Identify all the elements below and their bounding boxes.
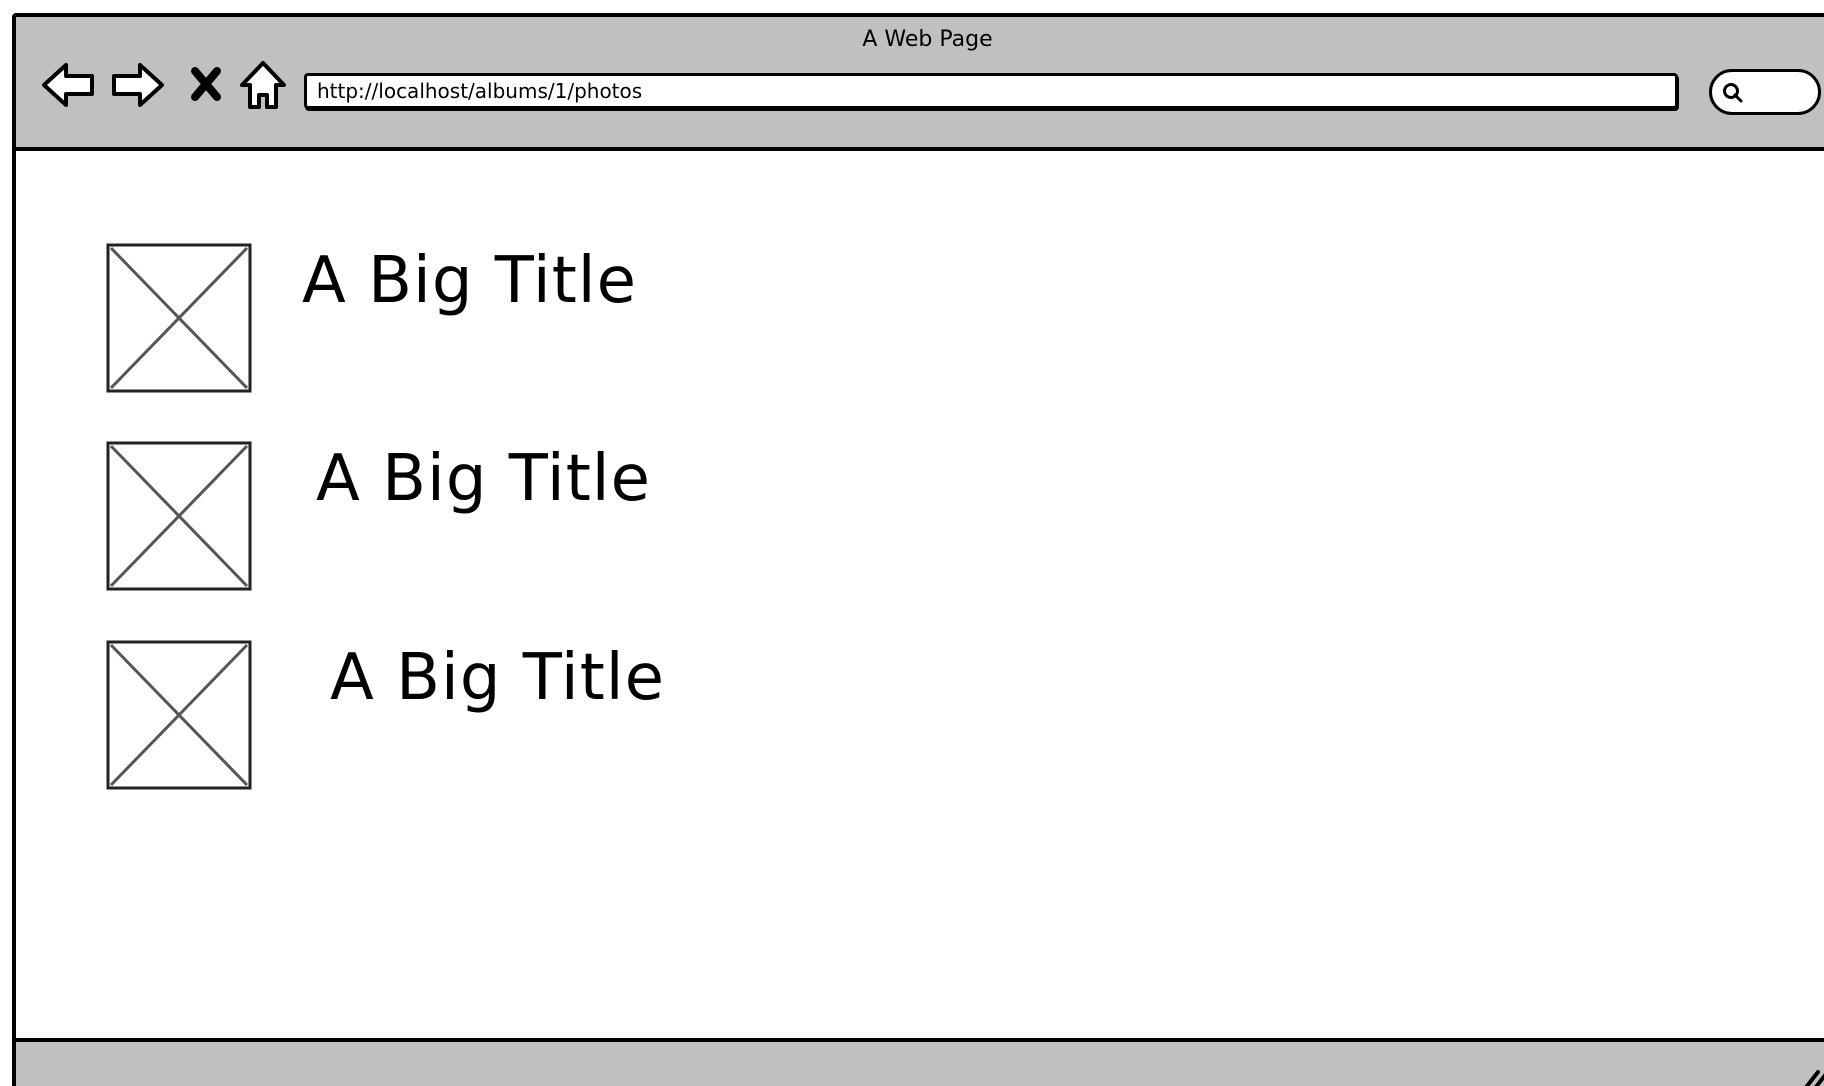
- item-title: A Big Title: [302, 244, 637, 318]
- list-item[interactable]: A Big Title: [106, 640, 806, 790]
- image-placeholder: [106, 243, 252, 393]
- arrow-left-icon: [42, 63, 94, 107]
- stop-button[interactable]: [186, 57, 226, 113]
- page-content: A Big Title A Big Title A Big Title: [16, 151, 1824, 1051]
- forward-button[interactable]: [110, 57, 166, 113]
- item-title: A Big Title: [316, 442, 651, 516]
- browser-toolbar: A Web Page http://localhost/albums/1/pho…: [16, 17, 1824, 151]
- status-bar: [16, 1038, 1824, 1086]
- window-title: A Web Page: [862, 27, 993, 52]
- list-item[interactable]: A Big Title: [106, 243, 806, 393]
- arrow-right-icon: [112, 63, 164, 107]
- close-icon: [191, 67, 221, 101]
- address-bar-url: http://localhost/albums/1/photos: [317, 79, 643, 103]
- resize-grip-icon[interactable]: [1800, 1064, 1824, 1086]
- home-button[interactable]: [238, 57, 288, 113]
- image-placeholder: [106, 640, 252, 790]
- search-icon: [1723, 83, 1743, 103]
- image-placeholder-icon: [106, 243, 252, 393]
- back-button[interactable]: [40, 57, 96, 113]
- address-bar[interactable]: http://localhost/albums/1/photos: [304, 73, 1678, 109]
- home-icon: [240, 61, 286, 109]
- search-box[interactable]: [1709, 69, 1821, 115]
- image-placeholder-icon: [106, 640, 252, 790]
- browser-window: A Web Page http://localhost/albums/1/pho…: [12, 13, 1824, 1086]
- item-title: A Big Title: [330, 641, 665, 715]
- image-placeholder: [106, 441, 252, 591]
- image-placeholder-icon: [106, 441, 252, 591]
- list-item[interactable]: A Big Title: [106, 441, 806, 591]
